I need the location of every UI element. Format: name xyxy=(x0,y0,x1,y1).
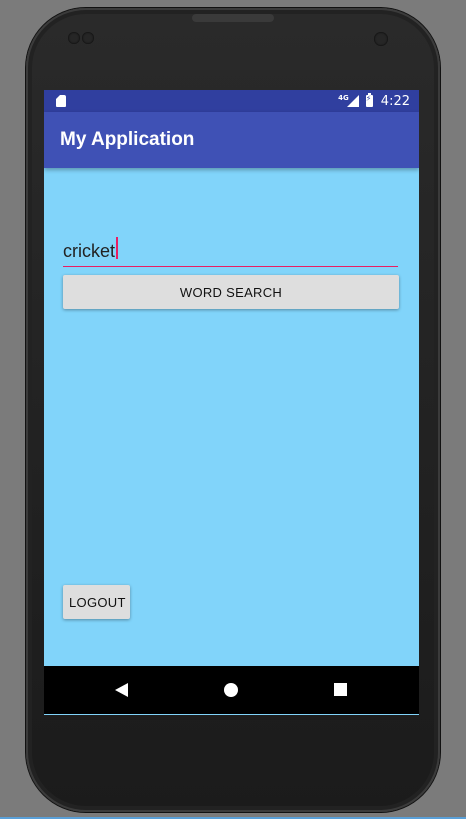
back-icon[interactable] xyxy=(115,683,128,697)
light-sensor xyxy=(82,32,94,44)
status-bar: 4G 4:22 xyxy=(44,90,419,112)
speaker-grille xyxy=(192,14,274,22)
recents-icon[interactable] xyxy=(334,683,347,696)
home-icon[interactable] xyxy=(224,683,238,697)
word-search-button[interactable]: WORD SEARCH xyxy=(63,275,399,309)
navigation-bar xyxy=(44,666,419,714)
status-indicators: 4G 4:22 xyxy=(338,93,410,109)
signal-icon xyxy=(346,95,359,107)
front-camera xyxy=(374,32,388,46)
device-screen: 4G 4:22 My Application WORD SEARCH LOGOU… xyxy=(44,90,419,715)
sd-card-icon xyxy=(56,95,66,107)
text-cursor xyxy=(116,237,118,259)
logout-button[interactable]: LOGOUT xyxy=(63,585,130,619)
app-title: My Application xyxy=(60,129,195,150)
proximity-sensor xyxy=(68,32,80,44)
battery-charging-icon xyxy=(365,93,373,107)
app-bar: My Application xyxy=(44,112,419,168)
status-time: 4:22 xyxy=(380,93,410,109)
word-input[interactable] xyxy=(63,236,398,267)
